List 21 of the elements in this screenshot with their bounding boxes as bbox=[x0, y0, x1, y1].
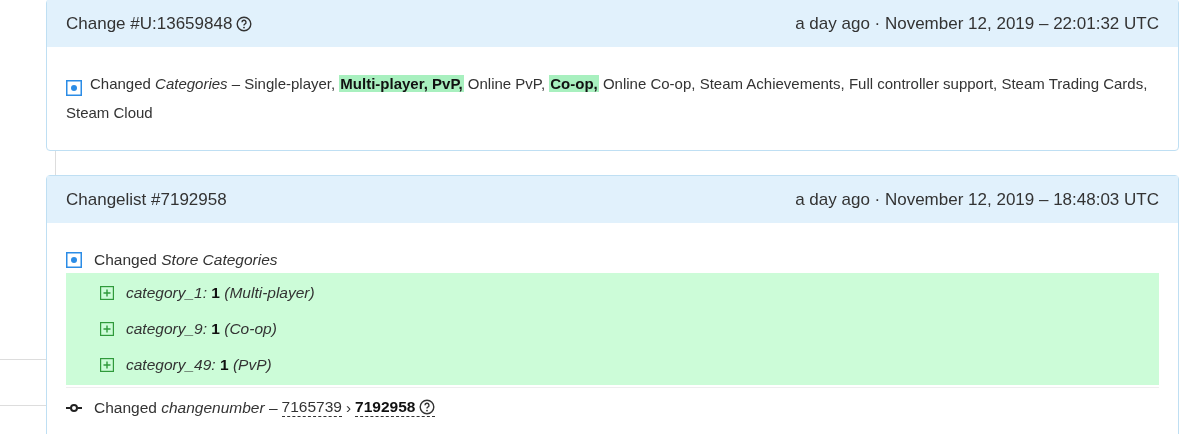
change-title: Changelist #7192958 bbox=[66, 188, 227, 211]
added-entry: category_49: 1 (PvP) bbox=[126, 355, 272, 376]
arrow-separator: › bbox=[345, 397, 352, 418]
change-heading: Changed Store Categories bbox=[94, 250, 278, 271]
plus-icon bbox=[100, 322, 114, 336]
added-entry: category_1: 1 (Multi-player) bbox=[126, 283, 315, 304]
modified-icon bbox=[66, 252, 82, 268]
new-number[interactable]: 7192958 bbox=[355, 398, 416, 416]
help-icon[interactable] bbox=[419, 399, 436, 415]
change-description: Changed Categories – Single-player, Multi-player, PvP, Online PvP, Co-op, Online Co-op, Steam Achievements, Full controller support, Steam Trading Cards, Steam Cloud bbox=[66, 74, 1149, 123]
help-icon[interactable] bbox=[236, 15, 253, 32]
commit-icon bbox=[66, 402, 82, 413]
added-entry: category_9: 1 (Co-op) bbox=[126, 319, 277, 340]
old-number[interactable]: 7165739 bbox=[281, 398, 342, 417]
change-time: a day ago · November 12, 2019 – 22:01:32 UTC bbox=[795, 12, 1159, 35]
plus-icon bbox=[100, 358, 114, 372]
plus-icon bbox=[100, 286, 114, 300]
change-title: Change #U:13659848 bbox=[66, 12, 233, 35]
change-label: Changed changenumber – bbox=[94, 397, 278, 418]
modified-icon bbox=[66, 80, 82, 97]
change-time: a day ago · November 12, 2019 – 18:48:03 UTC bbox=[795, 188, 1159, 211]
